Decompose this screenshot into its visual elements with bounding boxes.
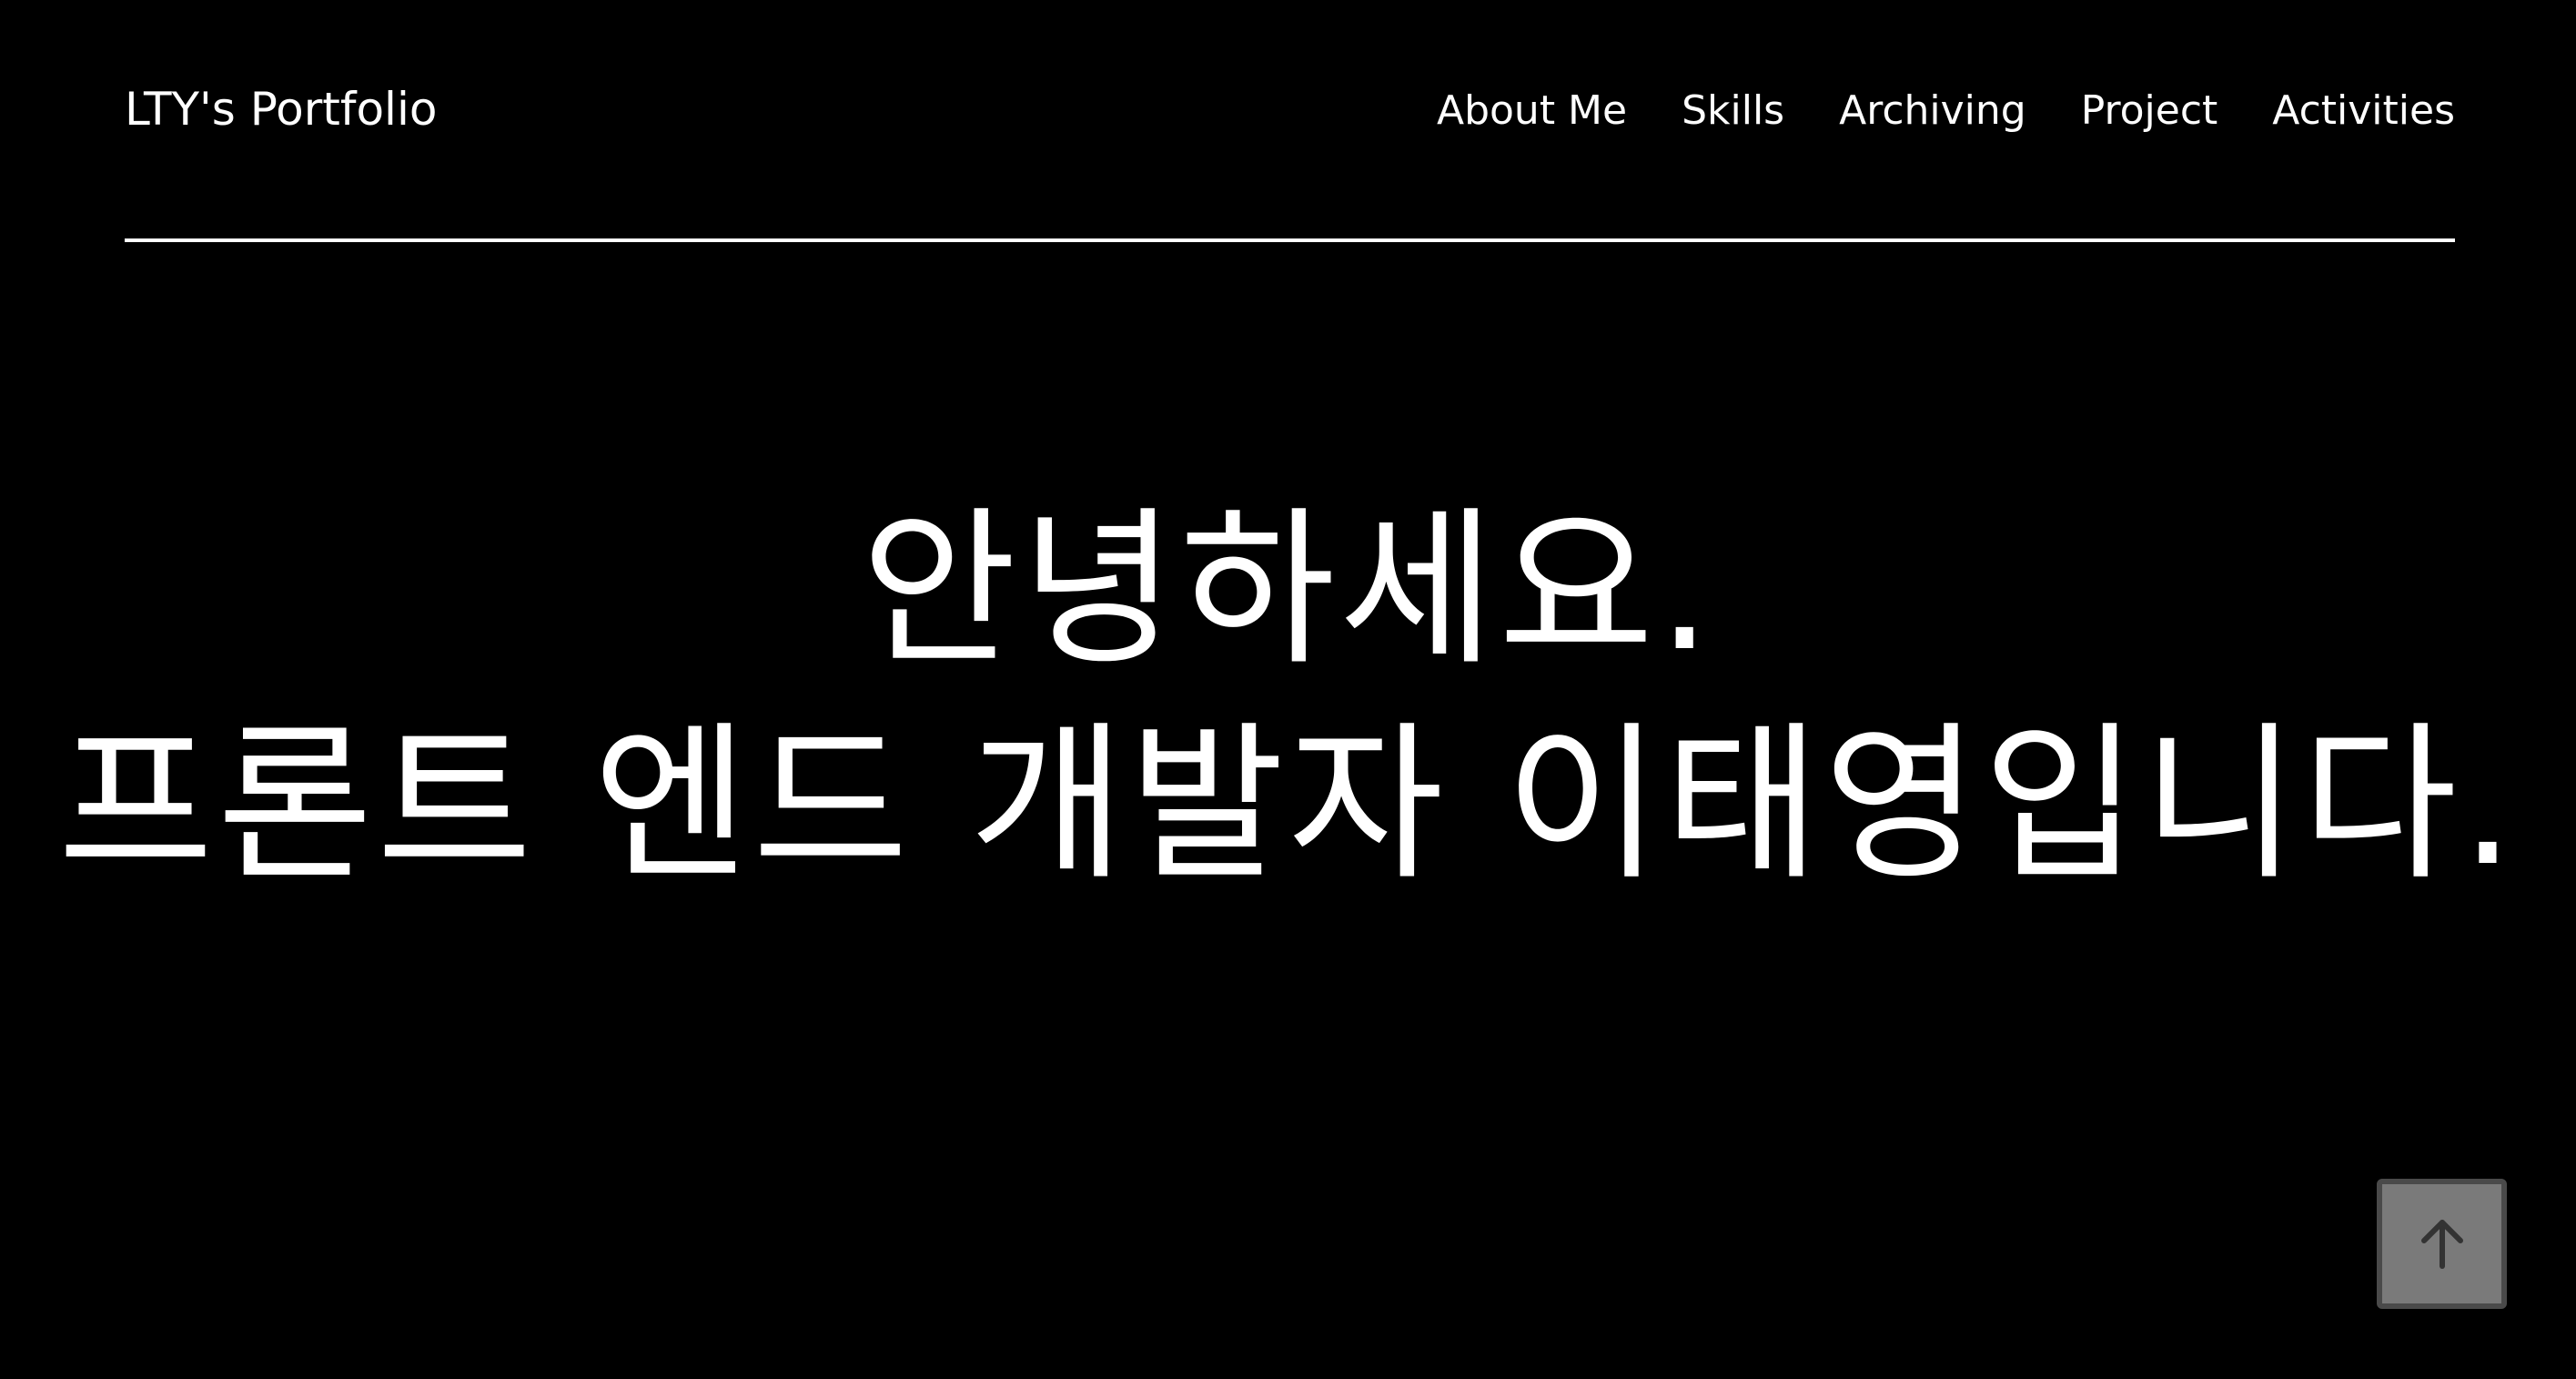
site-header: LTY's Portfolio About Me Skills Archivin… (125, 0, 2455, 243)
main-nav: About Me Skills Archiving Project Activi… (1437, 87, 2455, 136)
header-divider (125, 238, 2455, 242)
nav-activities[interactable]: Activities (2272, 87, 2455, 136)
nav-project[interactable]: Project (2081, 87, 2218, 136)
site-logo-link[interactable]: LTY's Portfolio (125, 82, 437, 137)
nav-about-me[interactable]: About Me (1437, 87, 1627, 136)
nav-skills[interactable]: Skills (1682, 87, 1784, 136)
hero-section: 안녕하세요. 프론트 엔드 개발자 이태영입니다. (0, 482, 2576, 912)
scroll-to-top-button[interactable] (2377, 1179, 2507, 1309)
nav-archiving[interactable]: Archiving (1839, 87, 2026, 136)
hero-intro: 프론트 엔드 개발자 이태영입니다. (57, 705, 2519, 903)
arrow-up-icon (2420, 1219, 2463, 1269)
hero-greeting: 안녕하세요. (861, 491, 1715, 688)
